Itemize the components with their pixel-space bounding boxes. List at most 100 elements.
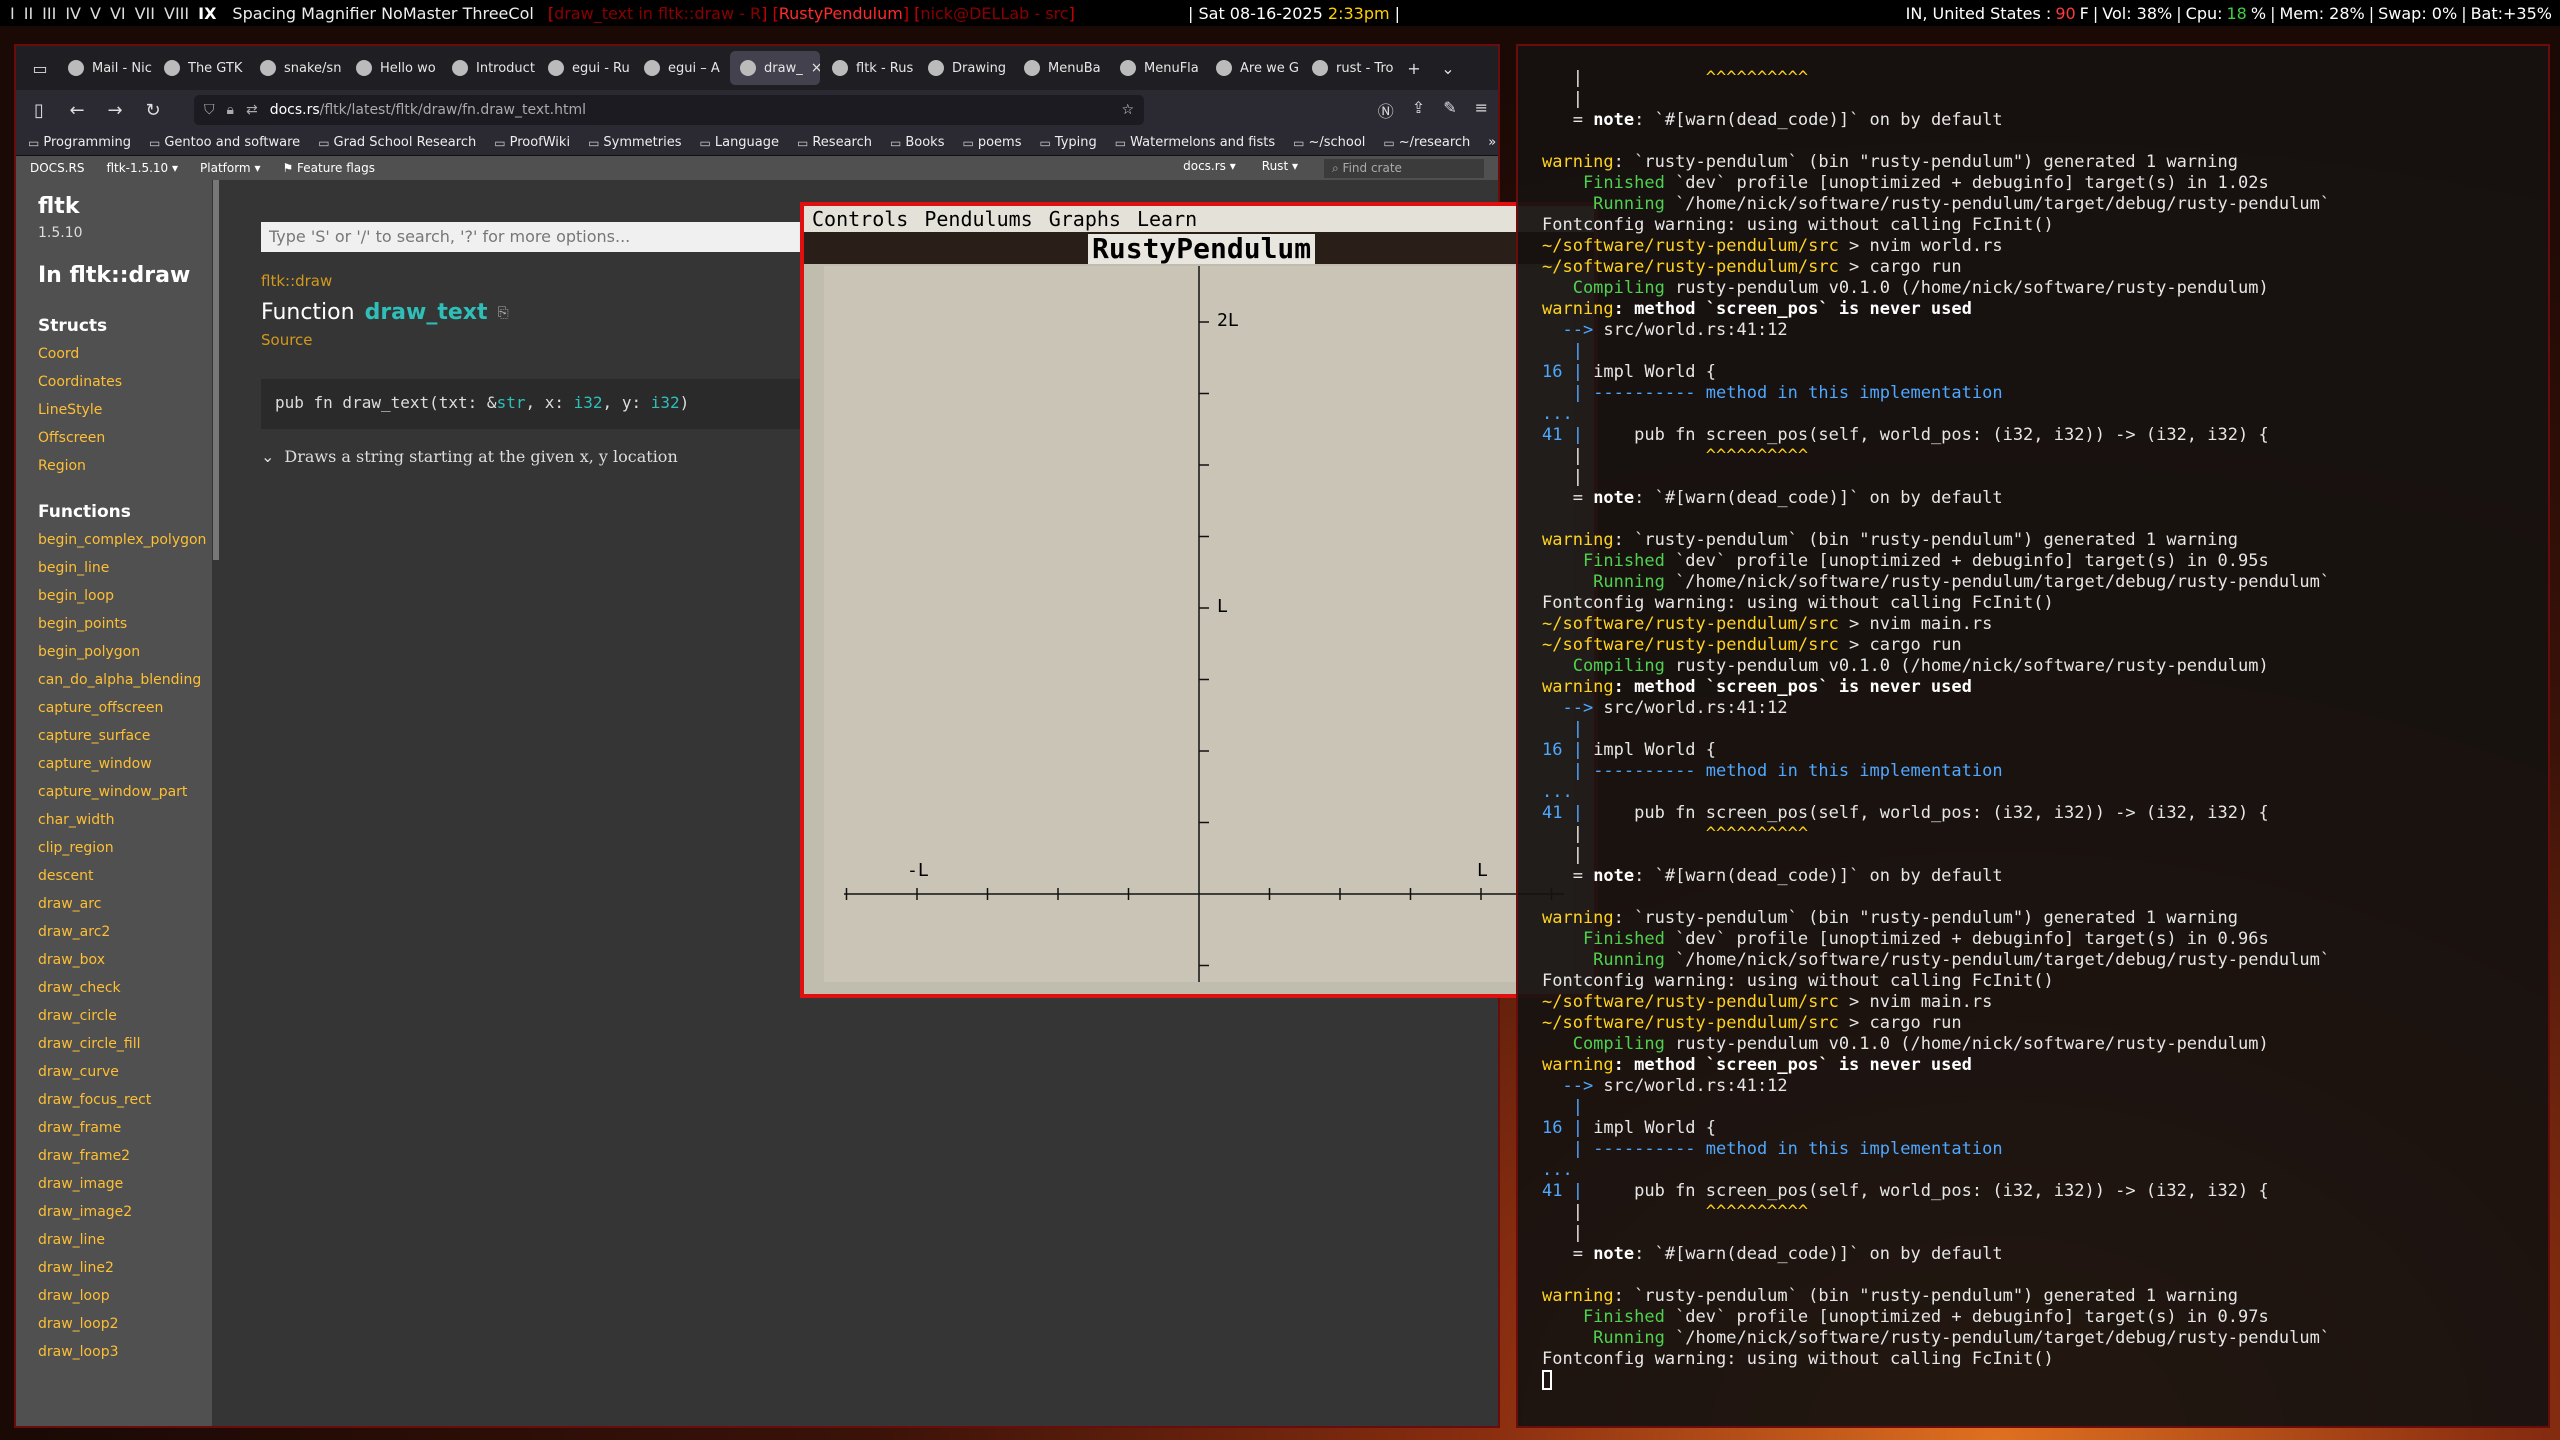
sidebar-function-link[interactable]: capture_window	[38, 756, 212, 772]
sidebar-function-link[interactable]: draw_loop2	[38, 1316, 212, 1332]
sidebar-function-link[interactable]: draw_circle_fill	[38, 1036, 212, 1052]
bookmark-folder[interactable]: ▭ Books	[890, 135, 944, 150]
browser-tab[interactable]: rust - Tro	[1302, 51, 1396, 85]
sidebar-function-link[interactable]: begin_polygon	[38, 644, 212, 660]
sidebar-function-link[interactable]: capture_window_part	[38, 784, 212, 800]
sidebar-function-link[interactable]: can_do_alpha_blending	[38, 672, 212, 688]
sidebar-function-link[interactable]: draw_loop3	[38, 1344, 212, 1360]
url-bar[interactable]: ⛉ 🔒︎ ⇄ docs.rs/fltk/latest/fltk/draw/fn.…	[194, 95, 1144, 125]
workspace-5[interactable]: V	[90, 4, 101, 23]
browser-tab[interactable]: egui - Ru	[538, 51, 632, 85]
docs-search-input[interactable]: Type 'S' or '/' to search, '?' for more …	[261, 222, 811, 252]
module-heading[interactable]: In fltk::draw	[38, 263, 212, 288]
browser-tab[interactable]: fltk - Rus	[822, 51, 916, 85]
structs-heading[interactable]: Structs	[38, 316, 212, 336]
page-settings-icon[interactable]: ⇄	[246, 102, 258, 118]
sidebar-function-link[interactable]: draw_box	[38, 952, 212, 968]
sidebar-function-link[interactable]: begin_complex_polygon	[38, 532, 212, 548]
sidebar-function-link[interactable]: draw_frame	[38, 1120, 212, 1136]
menu-graphs[interactable]: Graphs	[1049, 207, 1121, 231]
bookmark-folder[interactable]: ▭ ProofWiki	[494, 135, 570, 150]
bookmark-folder[interactable]: ▭ ~/school	[1293, 135, 1365, 150]
sidebar-function-link[interactable]: draw_frame2	[38, 1148, 212, 1164]
lock-icon[interactable]: 🔒︎	[227, 102, 234, 118]
sidebar-struct-link[interactable]: Coord	[38, 346, 212, 362]
browser-tab[interactable]: Hello wo	[346, 51, 440, 85]
bookmark-folder[interactable]: ▭ Gentoo and software	[149, 135, 300, 150]
sidebar-function-link[interactable]: draw_line2	[38, 1260, 212, 1276]
sidebar-scrollbar[interactable]	[213, 180, 219, 560]
sidebar-function-link[interactable]: draw_image	[38, 1176, 212, 1192]
sidebar-function-link[interactable]: draw_image2	[38, 1204, 212, 1220]
tab-overview-icon[interactable]: ▭	[24, 51, 56, 85]
new-tab-icon[interactable]: +	[1398, 51, 1430, 85]
extension-n-icon[interactable]: Ⓝ	[1378, 98, 1394, 122]
sidebar-function-link[interactable]: char_width	[38, 812, 212, 828]
crate-menu-label[interactable]: fltk-1.5.10	[106, 161, 168, 175]
browser-tab[interactable]: Are we G	[1206, 51, 1300, 85]
menu-controls[interactable]: Controls	[812, 207, 908, 231]
reload-icon[interactable]: ↻	[140, 100, 166, 121]
menu-pendulums[interactable]: Pendulums	[924, 207, 1032, 231]
forward-icon[interactable]: →	[102, 100, 128, 121]
bookmark-folder[interactable]: ▭ poems	[962, 135, 1021, 150]
crate-name[interactable]: fltk	[38, 194, 212, 219]
window-title-browser[interactable]: draw_text in fltk::draw - R	[554, 4, 761, 23]
workspace-7[interactable]: VII	[135, 4, 155, 23]
bookmark-folder[interactable]: ▭ Research	[797, 135, 872, 150]
browser-tab[interactable]: MenuFla	[1110, 51, 1204, 85]
workspace-4[interactable]: IV	[65, 4, 81, 23]
sidebar-function-link[interactable]: draw_line	[38, 1232, 212, 1248]
window-title-terminal[interactable]: nick@DELLab - src	[920, 4, 1068, 23]
rust-menu[interactable]: Rust	[1262, 159, 1288, 173]
sidebar-function-link[interactable]: begin_points	[38, 616, 212, 632]
sidebar-struct-link[interactable]: Coordinates	[38, 374, 212, 390]
collapse-chevron-icon[interactable]: ⌄	[261, 447, 274, 466]
sidebar-function-link[interactable]: descent	[38, 868, 212, 884]
browser-tab[interactable]: The GTK	[154, 51, 248, 85]
menu-icon[interactable]: ≡	[1475, 98, 1488, 122]
sidebar-function-link[interactable]: draw_circle	[38, 1008, 212, 1024]
browser-tab[interactable]: egui – A	[634, 51, 728, 85]
sidebar-function-link[interactable]: clip_region	[38, 840, 212, 856]
extension-icon[interactable]: ✎	[1443, 98, 1456, 122]
sidebar-function-link[interactable]: draw_focus_rect	[38, 1092, 212, 1108]
sidebar-function-link[interactable]: draw_arc2	[38, 924, 212, 940]
browser-tab[interactable]: Drawing	[918, 51, 1012, 85]
sidebar-toggle-icon[interactable]: ▯	[26, 100, 52, 121]
back-icon[interactable]: ←	[64, 100, 90, 121]
bookmark-folder[interactable]: ▭ Watermelons and fists	[1115, 135, 1275, 150]
pendulum-plot[interactable]: -L L 2L L	[824, 266, 1574, 982]
platform-menu-label[interactable]: Platform	[200, 161, 251, 175]
sidebar-function-link[interactable]: capture_surface	[38, 728, 212, 744]
sidebar-function-link[interactable]: draw_check	[38, 980, 212, 996]
bookmark-folder[interactable]: ▭ Programming	[28, 135, 131, 150]
bookmark-folder[interactable]: ▭ ~/research	[1383, 135, 1470, 150]
workspace-1[interactable]: I	[10, 4, 15, 23]
browser-tab[interactable]: snake/sn	[250, 51, 344, 85]
sidebar-function-link[interactable]: draw_arc	[38, 896, 212, 912]
share-icon[interactable]: ⇪	[1412, 98, 1425, 122]
docblock-toggle[interactable]: ⌄ Draws a string starting at the given x,…	[261, 447, 821, 466]
sidebar-function-link[interactable]: draw_loop	[38, 1288, 212, 1304]
bookmark-folder[interactable]: ▭ Typing	[1039, 135, 1096, 150]
close-tab-icon[interactable]: ×	[811, 60, 820, 76]
workspace-9[interactable]: IX	[198, 4, 216, 23]
sidebar-struct-link[interactable]: LineStyle	[38, 402, 212, 418]
workspace-8[interactable]: VIII	[164, 4, 189, 23]
docsrs-menu[interactable]: docs.rs	[1183, 159, 1226, 173]
find-crate-input[interactable]: ⌕ Find crate	[1324, 158, 1484, 178]
bookmarks-overflow-icon[interactable]: »	[1488, 135, 1496, 150]
feature-flags-label[interactable]: Feature flags	[297, 161, 375, 175]
browser-tab[interactable]: draw_ ×	[730, 51, 820, 85]
sidebar-function-link[interactable]: begin_line	[38, 560, 212, 576]
bookmark-folder[interactable]: ▭ Grad School Research	[318, 135, 476, 150]
docsrs-logo[interactable]: DOCS.RS	[30, 161, 84, 175]
sidebar-function-link[interactable]: draw_curve	[38, 1064, 212, 1080]
breadcrumb[interactable]: fltk::draw	[261, 272, 821, 290]
menu-learn[interactable]: Learn	[1137, 207, 1197, 231]
workspace-2[interactable]: II	[24, 4, 33, 23]
functions-heading[interactable]: Functions	[38, 502, 212, 522]
browser-tab[interactable]: Mail - Nic	[58, 51, 152, 85]
sidebar-struct-link[interactable]: Offscreen	[38, 430, 212, 446]
